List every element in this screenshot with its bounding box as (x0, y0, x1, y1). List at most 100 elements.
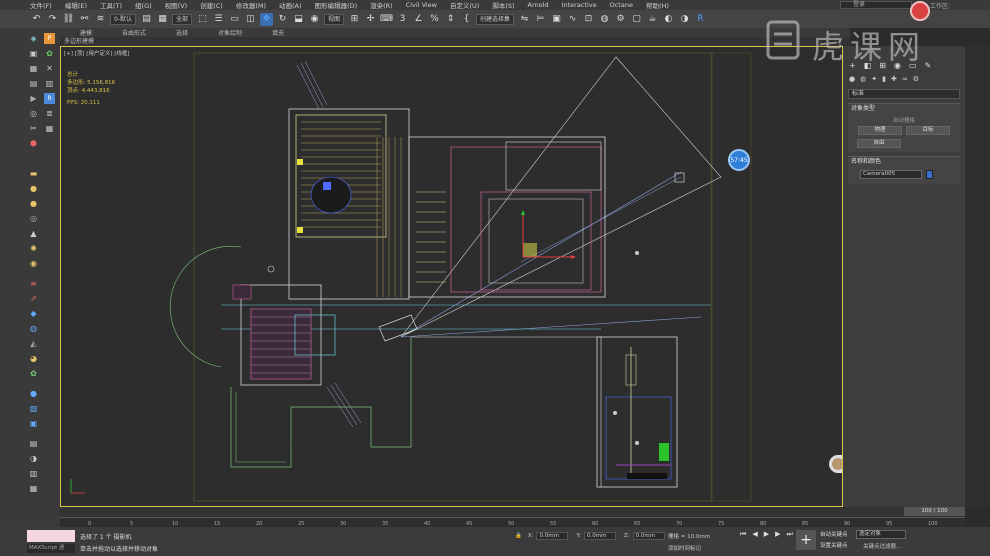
grid-icon[interactable]: ▦ (28, 63, 39, 74)
layers-icon[interactable]: ▥ (44, 78, 55, 89)
rb-button-icon[interactable]: R (694, 13, 707, 26)
timer-badge[interactable]: 57:45 (728, 149, 750, 171)
autogrid-checkbox[interactable]: 自动栅格 (848, 114, 960, 124)
tool-m-icon[interactable]: ▣ (28, 418, 39, 429)
menu-file[interactable]: 文件(F) (30, 0, 52, 10)
rect-region-icon[interactable]: ▭ (228, 13, 241, 26)
tool-l-icon[interactable]: ▧ (28, 403, 39, 414)
link-tool-icon[interactable]: ≣ (44, 108, 55, 119)
sphere-icon[interactable]: ◎ (28, 108, 39, 119)
menu-interactive[interactable]: Interactive (562, 1, 597, 9)
x-field[interactable]: 0.0mm (536, 532, 569, 540)
go-start-icon[interactable]: ⏮ (740, 530, 746, 539)
object-name-field[interactable]: Camera005 (860, 170, 922, 179)
align-icon[interactable]: ⊨ (534, 13, 547, 26)
tool-g-icon[interactable]: ◍ (28, 323, 39, 334)
layer-icon[interactable]: ▤ (140, 13, 153, 26)
cube-icon[interactable]: ▣ (28, 48, 39, 59)
y-field[interactable]: 0.0mm (583, 532, 616, 540)
set-key-icon[interactable]: + (796, 530, 816, 550)
tool-k-icon[interactable]: ● (28, 388, 39, 399)
spacewarps-icon[interactable]: ≈ (902, 75, 908, 83)
systems-icon[interactable]: ⚙ (913, 75, 919, 83)
key-selection-dropdown[interactable]: 选定对象 (856, 530, 906, 539)
scene-explorer-icon[interactable]: ▣ (550, 13, 563, 26)
render-iterative-icon[interactable]: ◑ (678, 13, 691, 26)
place-icon[interactable]: ◉ (308, 13, 321, 26)
tool-n-icon[interactable]: ▤ (28, 438, 39, 449)
box-prim-icon[interactable]: ▬ (28, 168, 39, 179)
tool-b-icon[interactable]: ▦ (44, 123, 55, 134)
menu-edit[interactable]: 编辑(E) (65, 0, 87, 10)
menu-help[interactable]: 帮助(H) (646, 0, 669, 10)
manipulate-icon[interactable]: ✢ (364, 13, 377, 26)
tool-q-icon[interactable]: ▦ (28, 483, 39, 494)
mirror-icon[interactable]: ⇋ (518, 13, 531, 26)
percent-snap-icon[interactable]: % (428, 13, 441, 26)
geo-prim-icon[interactable]: ● (28, 198, 39, 209)
window-crossing-icon[interactable]: ◫ (244, 13, 257, 26)
shapes-icon[interactable]: ◍ (860, 75, 866, 83)
viewport-top[interactable]: [+] [顶] [用户定义] [线框] 总计 多边形: 5,156,816 顶点… (60, 46, 843, 507)
layer-explorer-icon[interactable]: ▦ (156, 13, 169, 26)
scale-icon[interactable]: ⬓ (292, 13, 305, 26)
lights-icon[interactable]: ✦ (871, 75, 877, 83)
z-field[interactable]: 0.0mm (632, 532, 665, 540)
menu-modifiers[interactable]: 修改器(M) (236, 0, 266, 10)
select-object-icon[interactable]: ⬚ (196, 13, 209, 26)
object-color-swatch[interactable] (926, 170, 933, 179)
spinner-snap-icon[interactable]: ⇕ (444, 13, 457, 26)
link-icon[interactable]: ⛓ (62, 13, 75, 26)
tool-p-icon[interactable]: ▥ (28, 468, 39, 479)
ribbon-sub[interactable]: 多边形建模 (60, 37, 850, 46)
free-camera-button[interactable]: 自由 (857, 139, 901, 148)
menu-scripting[interactable]: 脚本(S) (492, 0, 514, 10)
add-time-tag[interactable]: 添加时间标记 (668, 544, 701, 552)
tool-o-icon[interactable]: ◑ (28, 453, 39, 464)
play-icon[interactable]: ▶ (28, 93, 39, 104)
maxscript-label[interactable]: MAXScript 迷 (27, 544, 75, 553)
edit-named-sel-icon[interactable]: { (460, 13, 473, 26)
timeline[interactable]: 100 / 100 0 5 10 15 20 25 30 35 40 45 50… (60, 507, 965, 527)
scene-icon[interactable]: ◈ (28, 33, 39, 44)
tool-d-icon[interactable]: ≡ (28, 278, 39, 289)
octane-render-icon[interactable]: ◐ (662, 13, 675, 26)
menu-rendering[interactable]: 渲染(R) (370, 0, 393, 10)
tool-h-icon[interactable]: ◭ (28, 338, 39, 349)
sphere-prim-icon[interactable]: ● (28, 183, 39, 194)
avatar-badge[interactable]: A (829, 455, 842, 473)
menu-tools[interactable]: 工具(T) (100, 0, 122, 10)
play-icon[interactable]: ▶ (764, 530, 769, 539)
geometry-icon[interactable]: ● (849, 75, 855, 83)
tool-i-icon[interactable]: ◕ (28, 353, 39, 364)
filter-dropdown[interactable]: 全部 (171, 13, 192, 25)
tool-j-icon[interactable]: ✿ (28, 368, 39, 379)
go-end-icon[interactable]: ⏭ (786, 530, 792, 539)
render-frame-icon[interactable]: ▢ (630, 13, 643, 26)
helpers-icon[interactable]: ✚ (891, 75, 897, 83)
rc-icon[interactable]: R (44, 93, 55, 104)
time-slider[interactable]: 100 / 100 (904, 507, 965, 516)
move-icon[interactable]: ✥ (260, 12, 273, 26)
key-filters-button[interactable]: 关键点过滤器... (863, 542, 901, 550)
target-camera-button[interactable]: 目标 (906, 126, 950, 135)
ribbon-tab-freeform[interactable]: 自由形式 (122, 28, 146, 37)
ribbon-tab-selection[interactable]: 选择 (176, 28, 188, 37)
ribbon-tab-populate[interactable]: 填充 (272, 28, 284, 37)
keyboard-shortcut-icon[interactable]: ⌨ (380, 13, 393, 26)
wrench-icon[interactable]: ✕ (44, 63, 55, 74)
layer-dropdown[interactable]: 0-默认 (110, 13, 136, 25)
cone-prim-icon[interactable]: ▲ (28, 228, 39, 239)
viewport-label[interactable]: [+] [顶] [用户定义] [线框] (64, 49, 130, 57)
render-icon[interactable]: ☕ (646, 13, 659, 26)
menu-customize[interactable]: 自定义(U) (450, 0, 479, 10)
render-setup-icon[interactable]: ⚙ (614, 13, 627, 26)
signin-field[interactable]: 登录 (839, 1, 912, 9)
menu-octane[interactable]: Octane (610, 1, 633, 9)
lock-icon[interactable]: 🔒 (515, 533, 522, 539)
tool-a-icon[interactable]: ✂ (28, 123, 39, 134)
pivot-icon[interactable]: ⊞ (348, 13, 361, 26)
tool-c-icon[interactable]: ⬢ (28, 138, 39, 149)
tube-prim-icon[interactable]: ◉ (28, 258, 39, 269)
rotate-icon[interactable]: ↻ (276, 13, 289, 26)
